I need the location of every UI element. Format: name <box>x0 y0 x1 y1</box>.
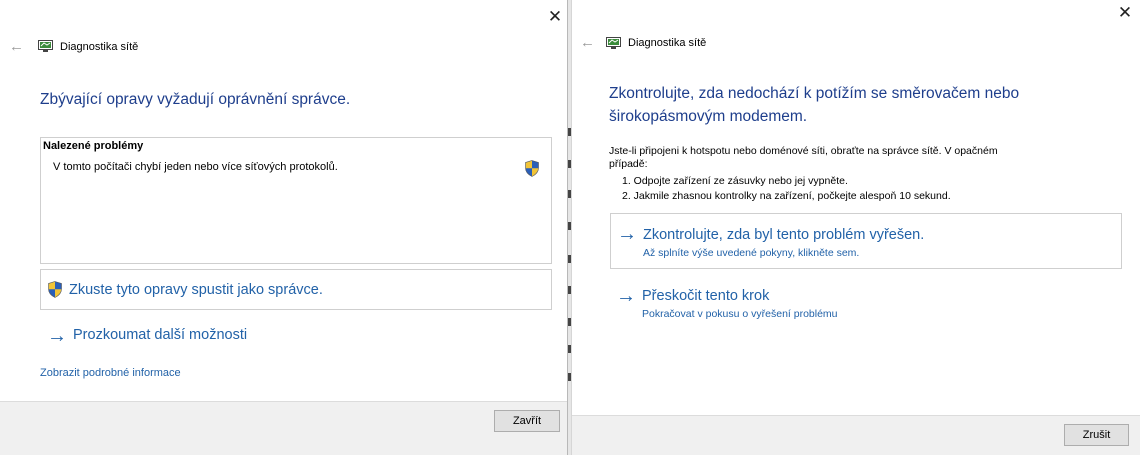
network-diagnostics-icon <box>606 37 621 49</box>
right-dialog-window: ✕ ← Diagnostika sítě Zkontrolujte, zda n… <box>571 0 1140 455</box>
problem-item: V tomto počítači chybí jeden nebo více s… <box>53 161 338 173</box>
arrow-right-icon: → <box>616 285 636 307</box>
instructions-text: Jste-li připojeni k hotspotu nebo doméno… <box>609 145 998 157</box>
uac-shield-icon <box>525 160 539 177</box>
dialog-footer: Zavřít <box>0 401 567 455</box>
page-heading-line2: širokopásmovým modemem. <box>609 108 808 125</box>
run-as-admin-option[interactable]: Zkuste tyto opravy spustit jako správce. <box>40 269 552 310</box>
check-resolved-subtitle: Až splníte výše uvedené pokyny, klikněte… <box>643 247 860 259</box>
instructions-text-cont: případě: <box>609 158 648 170</box>
skip-step-subtitle: Pokračovat v pokusu o vyřešení problému <box>642 308 838 320</box>
close-button[interactable]: Zavřít <box>494 410 560 432</box>
skip-step-title: Přeskočit tento krok <box>642 288 770 304</box>
cancel-button[interactable]: Zrušit <box>1064 424 1129 446</box>
close-icon[interactable]: ✕ <box>1116 4 1134 22</box>
back-arrow-icon[interactable]: ← <box>9 39 24 55</box>
explore-options-label: Prozkoumat další možnosti <box>73 327 248 343</box>
window-title: Diagnostika sítě <box>60 41 139 53</box>
close-icon[interactable]: ✕ <box>546 8 564 26</box>
page-heading-line1: Zkontrolujte, zda nedochází k potížím se… <box>609 85 1020 102</box>
window-title: Diagnostika sítě <box>628 37 707 49</box>
check-resolved-title: Zkontrolujte, zda byl tento problém vyře… <box>643 227 925 243</box>
explore-options-link[interactable]: → Prozkoumat další možnosti <box>40 322 340 350</box>
run-as-admin-label: Zkuste tyto opravy spustit jako správce. <box>69 282 323 298</box>
page-heading: Zbývající opravy vyžadují oprávnění sprá… <box>40 91 351 108</box>
details-link[interactable]: Zobrazit podrobné informace <box>40 367 181 379</box>
arrow-right-icon: → <box>47 325 67 347</box>
instruction-step: 1. Odpojte zařízení ze zásuvky nebo jej … <box>622 175 848 187</box>
left-dialog-window: ✕ ← Diagnostika sítě Zbývající opravy vy… <box>0 0 568 455</box>
back-arrow-icon[interactable]: ← <box>580 35 595 51</box>
skip-step-option[interactable]: → Přeskočit tento krok Pokračovat v poku… <box>610 282 1122 326</box>
instruction-step: 2. Jakmile zhasnou kontrolky na zařízení… <box>622 190 951 202</box>
problems-box: Nalezené problémy V tomto počítači chybí… <box>40 137 552 264</box>
check-resolved-option[interactable]: → Zkontrolujte, zda byl tento problém vy… <box>610 213 1122 269</box>
dialog-footer: Zrušit <box>572 415 1140 455</box>
problems-box-title: Nalezené problémy <box>43 140 144 152</box>
uac-shield-icon <box>48 281 62 298</box>
network-diagnostics-icon <box>38 40 53 52</box>
arrow-right-icon: → <box>617 223 637 245</box>
